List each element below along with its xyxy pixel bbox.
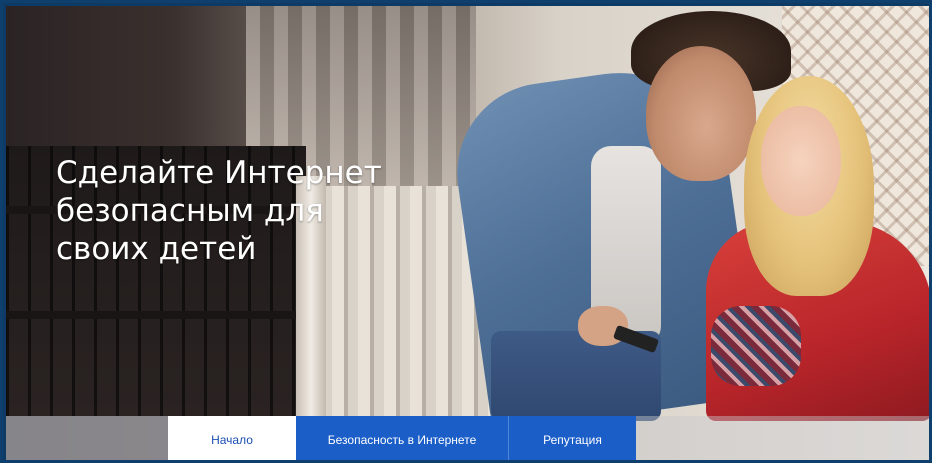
headline-line: безопасным для (56, 192, 324, 229)
nav-tab-internet-safety[interactable]: Безопасность в Интернете (296, 416, 509, 460)
nav-spacer (636, 416, 929, 460)
nav-tab-reputation[interactable]: Репутация (509, 416, 636, 460)
nav-spacer (6, 416, 168, 460)
nav-tab-home[interactable]: Начало (168, 416, 296, 460)
hero-headline: Сделайте Интернет безопасным для своих д… (56, 154, 386, 268)
hero-photo-girl-sleeve (711, 306, 801, 386)
section-nav: Начало Безопасность в Интернете Репутаци… (6, 416, 929, 460)
hero-photo-girl-face (761, 106, 841, 216)
fence-rail (6, 311, 306, 319)
nav-tab-label: Репутация (543, 432, 602, 447)
page-frame: Сделайте Интернет безопасным для своих д… (0, 0, 932, 463)
hero-photo-man-face (646, 46, 756, 181)
headline-line: своих детей (56, 230, 257, 267)
hero-banner: Сделайте Интернет безопасным для своих д… (6, 6, 929, 460)
nav-tab-label: Безопасность в Интернете (327, 432, 477, 447)
headline-line: Сделайте Интернет (56, 154, 382, 191)
nav-tab-label: Начало (211, 432, 253, 447)
